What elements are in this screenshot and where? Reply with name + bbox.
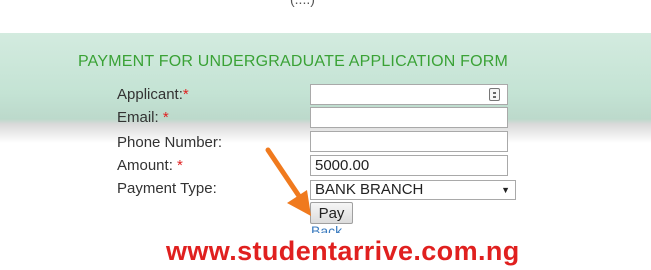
orange-arrow-icon [265,147,311,216]
arrow-shaft [265,147,304,202]
watermark-text: www.studentarrive.com.ng [166,236,520,266]
